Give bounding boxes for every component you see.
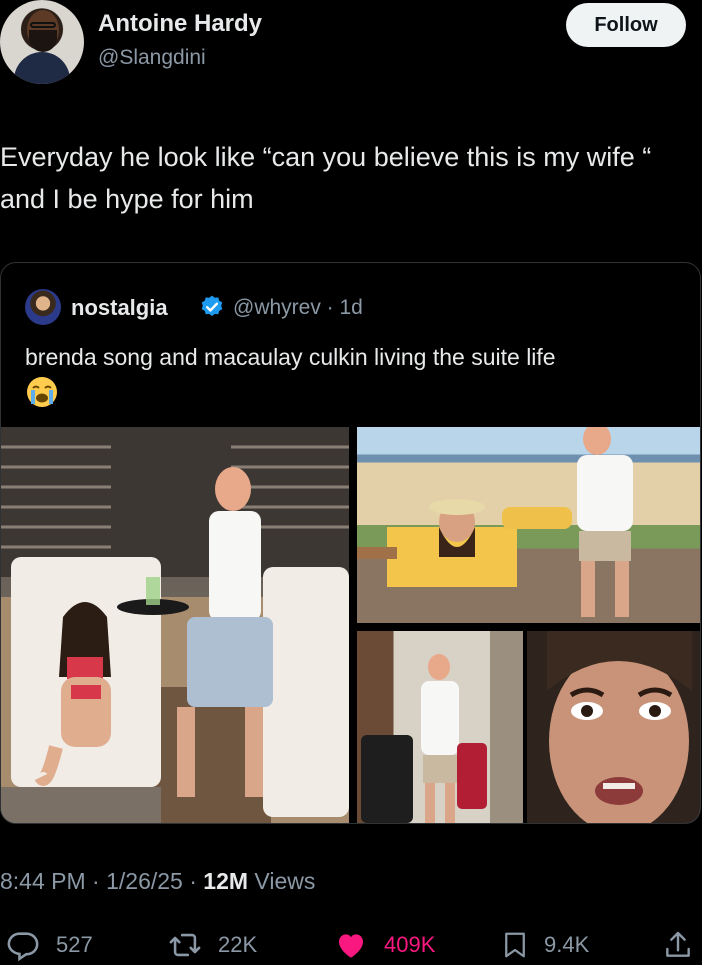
retweet-button[interactable]: 22K [166, 928, 257, 962]
verified-badge-icon [201, 295, 223, 316]
quoted-handle-time[interactable]: @whyrev · 1d [233, 296, 363, 320]
avatar-glasses [30, 22, 56, 28]
views-label: Views [248, 868, 316, 894]
pool-lounge-illustration [1, 427, 349, 823]
hallway-suitcase-photo[interactable] [357, 631, 523, 823]
bookmark-button[interactable]: 9.4K [500, 928, 589, 962]
tweet-meta: 8:44 PM · 1/26/25 · 12M Views [0, 868, 315, 895]
quoted-author-name[interactable]: nostalgia [71, 295, 168, 321]
beach-towel-photo[interactable] [357, 427, 700, 623]
reply-count: 527 [56, 932, 93, 957]
hallway-illustration [361, 654, 487, 823]
heart-icon [338, 934, 364, 958]
share-icon [666, 931, 690, 957]
like-count: 409K [384, 932, 436, 957]
retweet-icon [169, 933, 201, 957]
follow-button[interactable]: Follow [566, 3, 686, 47]
tweet-text: Everyday he look like “can you believe t… [0, 142, 652, 214]
pool-lounge-photo[interactable] [1, 427, 349, 823]
share-button[interactable] [662, 928, 694, 962]
reply-button[interactable]: 527 [4, 928, 93, 962]
reply-icon [7, 932, 39, 962]
avatar-suit [14, 52, 70, 84]
tweet-timestamp[interactable]: 8:44 PM · 1/26/25 · [0, 868, 203, 894]
bookmark-icon [505, 932, 525, 958]
quoted-text: brenda song and macaulay culkin living t… [25, 344, 556, 370]
views-count: 12M [203, 868, 249, 894]
action-bar: 527 22K 409K 9.4K [0, 922, 702, 965]
avatar-beard [29, 30, 57, 52]
author-avatar[interactable] [0, 0, 84, 84]
shocked-face-photo[interactable] [527, 631, 700, 823]
beach-illustration [357, 427, 633, 617]
bookmark-count: 9.4K [544, 932, 590, 957]
face-closeup-illustration [527, 631, 700, 823]
loudly-crying-face-icon [27, 377, 57, 407]
quoted-tweet-card[interactable]: nostalgia @whyrev · 1d brenda song and m… [0, 262, 701, 824]
author-handle[interactable]: @Slangdini [98, 46, 206, 70]
retweet-count: 22K [218, 932, 258, 957]
quoted-avatar[interactable] [25, 289, 61, 325]
author-name[interactable]: Antoine Hardy [98, 10, 262, 38]
like-button[interactable]: 409K [332, 928, 435, 962]
